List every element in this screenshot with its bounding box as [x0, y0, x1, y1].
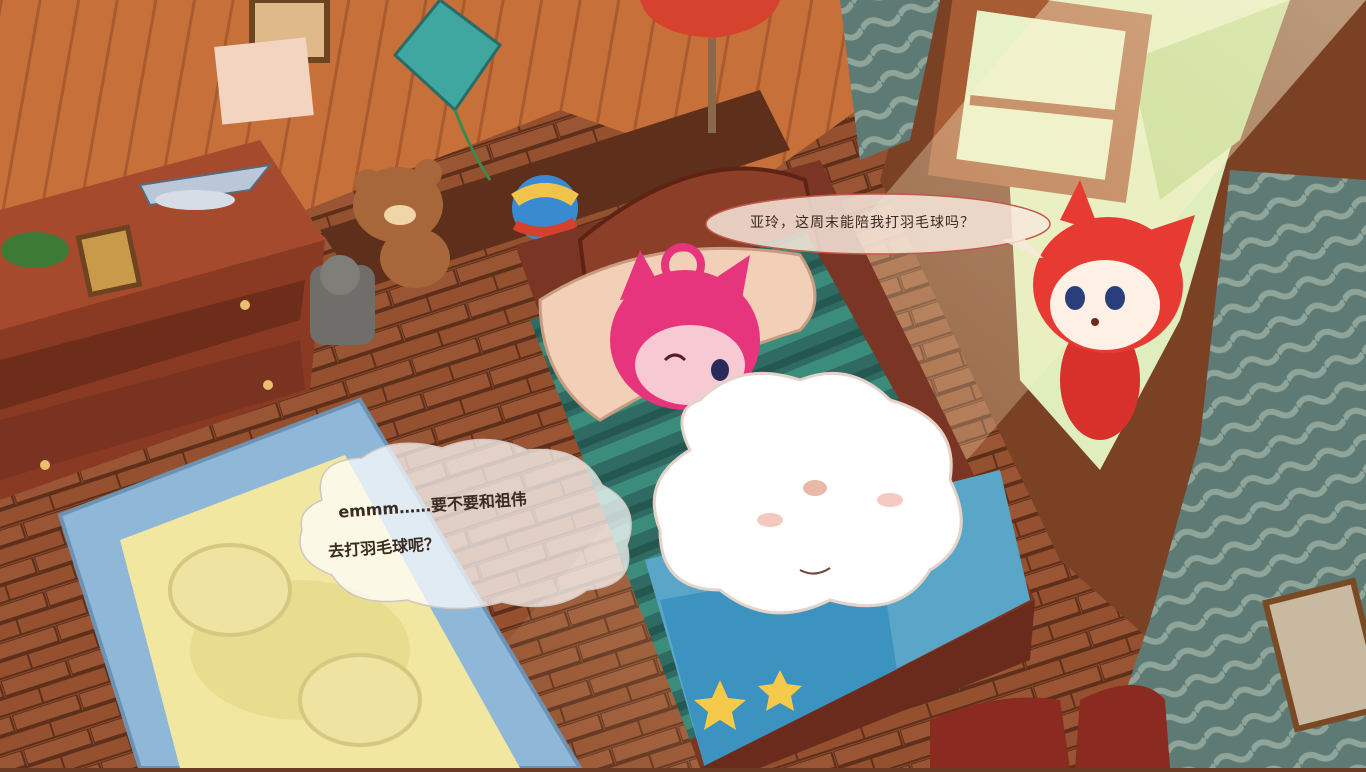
- thought-bubble-shape: [299, 438, 632, 610]
- speech-bubble-top: 亚玲，这周末能陪我打羽毛球吗？: [702, 190, 1054, 258]
- thought-bubble: emmm……要不要和祖伟 去打羽毛球呢？: [282, 430, 642, 616]
- dialogue-text-top: 亚玲，这周末能陪我打羽毛球吗？: [750, 215, 975, 231]
- bedroom-illustration: [0, 0, 1366, 770]
- game-scene: [0, 0, 1366, 770]
